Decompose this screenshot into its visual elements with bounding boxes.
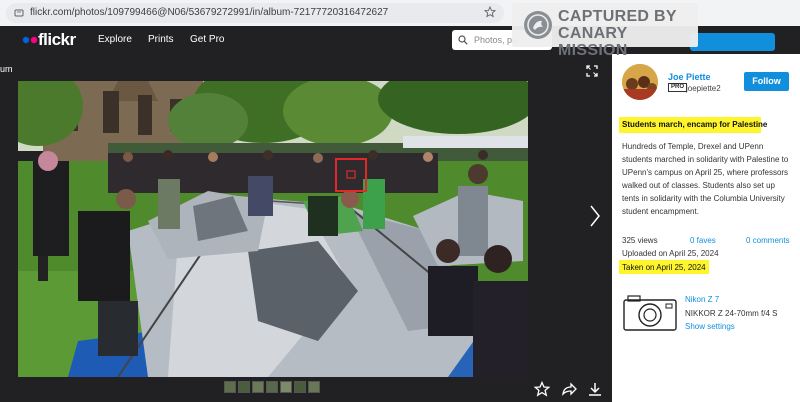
address-bar[interactable]: flickr.com/photos/109799466@N06/53679272…: [6, 3, 504, 23]
views-count: 325 views: [622, 236, 658, 245]
follow-button[interactable]: Follow: [744, 72, 789, 91]
avatar-image: [622, 64, 658, 100]
description-line: UPenn's campus on April 25, where profes…: [622, 168, 789, 177]
next-photo-chevron-icon[interactable]: [589, 204, 601, 228]
canary-mission-logo: [524, 11, 552, 39]
fave-star-icon[interactable]: [534, 381, 550, 397]
description-line: students marched in solidarity with Pale…: [622, 155, 789, 164]
description-line: Hundreds of Temple, Drexel and UPenn: [622, 142, 764, 151]
taken-date: Taken on April 25, 2024: [622, 263, 706, 272]
thumbnail[interactable]: [238, 381, 250, 393]
camera-icon: [623, 295, 677, 331]
description-line: walked out of classes. Students also set…: [622, 181, 775, 190]
show-settings-link[interactable]: Show settings: [685, 322, 735, 331]
photo-title: Students march, encamp for Palestine: [622, 120, 768, 129]
main-photo[interactable]: [18, 81, 528, 377]
photo-stage: um: [0, 54, 612, 402]
avatar[interactable]: [622, 64, 658, 100]
description-line: tents in solidarity with the Columbia Un…: [622, 194, 785, 203]
thumbnail[interactable]: [224, 381, 236, 393]
comments-link[interactable]: 0 comments: [746, 236, 790, 245]
uploaded-date: Uploaded on April 25, 2024: [622, 249, 719, 258]
fullscreen-expand-icon[interactable]: [586, 65, 598, 77]
back-to-album-link[interactable]: um: [0, 64, 13, 74]
username-link[interactable]: Joe Piette: [668, 72, 711, 82]
lens-info: NIKKOR Z 24-70mm f/4 S: [685, 309, 778, 318]
pro-badge: PRO: [668, 83, 688, 92]
search-icon: [458, 35, 468, 45]
bookmark-star-icon[interactable]: [484, 6, 496, 18]
flickr-logo-text[interactable]: flickr: [38, 30, 76, 50]
flickr-logo-icon[interactable]: [22, 36, 38, 44]
thumbnail[interactable]: [266, 381, 278, 393]
watermark: CAPTURED BY CANARY MISSION: [512, 3, 698, 59]
nav-prints[interactable]: Prints: [148, 34, 174, 45]
nav-explore[interactable]: Explore: [98, 34, 132, 45]
photo-sidebar: Joe Piette PRO joepiette2 Follow Student…: [612, 54, 800, 402]
share-icon[interactable]: [561, 381, 577, 397]
search-placeholder: Photos, pe: [474, 35, 518, 45]
description-line: student encampment.: [622, 207, 699, 216]
photo-image: [18, 81, 528, 377]
site-info-icon[interactable]: [14, 8, 24, 18]
watermark-text: CAPTURED BY CANARY MISSION: [558, 8, 677, 59]
thumbnail-strip: [224, 381, 320, 395]
thumbnail[interactable]: [294, 381, 306, 393]
thumbnail[interactable]: [252, 381, 264, 393]
canary-bird-icon: [527, 14, 549, 36]
header-button[interactable]: [690, 33, 775, 51]
thumbnail[interactable]: [280, 381, 292, 393]
camera-model-link[interactable]: Nikon Z 7: [685, 295, 719, 304]
nav-get-pro[interactable]: Get Pro: [190, 34, 224, 45]
url-text[interactable]: flickr.com/photos/109799466@N06/53679272…: [30, 7, 388, 18]
download-icon[interactable]: [587, 381, 603, 397]
user-handle: joepiette2: [686, 84, 721, 93]
faves-link[interactable]: 0 faves: [690, 236, 716, 245]
thumbnail[interactable]: [308, 381, 320, 393]
